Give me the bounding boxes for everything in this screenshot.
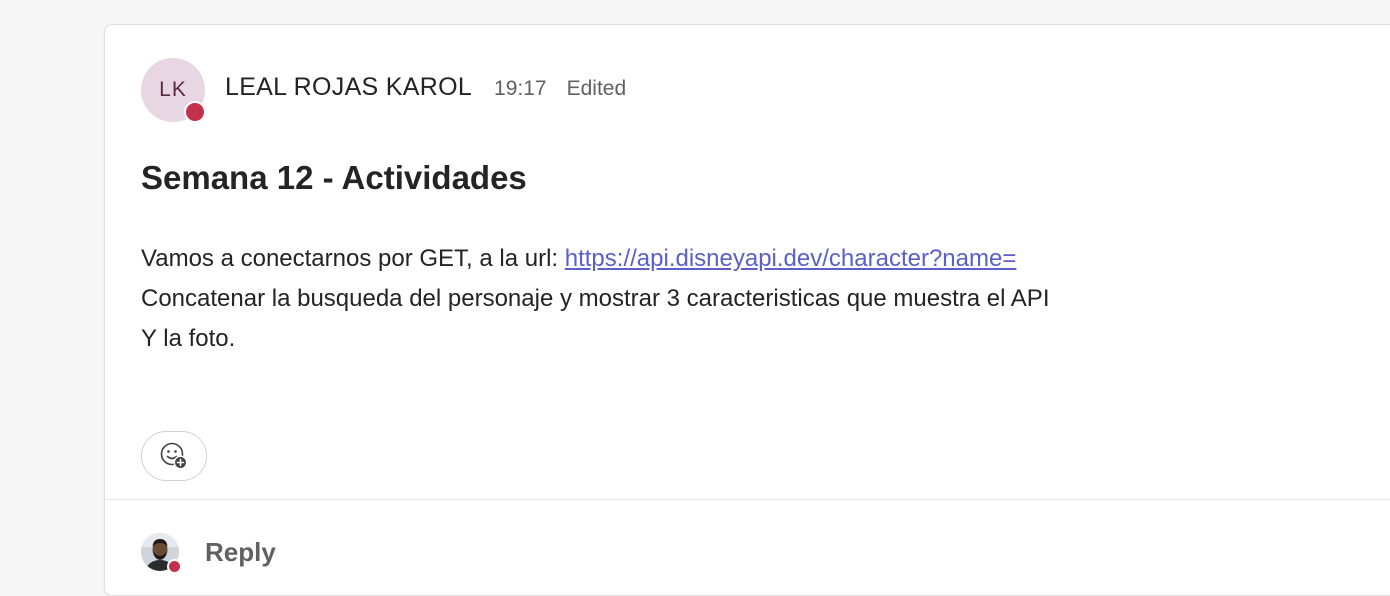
post-header: LEAL ROJAS KAROL 19:17 Edited xyxy=(225,73,626,102)
body-line-3: Y la foto. xyxy=(141,325,236,352)
presence-busy-icon xyxy=(167,559,182,574)
reply-divider xyxy=(105,499,1390,500)
reply-box[interactable]: Reply xyxy=(141,533,276,574)
author-initials: LK xyxy=(159,78,187,101)
post-body: Vamos a conectarnos por GET, a la url: h… xyxy=(141,239,1049,359)
current-user-avatar xyxy=(141,533,182,574)
post-subject: Semana 12 - Actividades xyxy=(141,159,527,196)
body-line-2: Concatenar la busqueda del personaje y m… xyxy=(141,285,1050,312)
post-card: LK LEAL ROJAS KAROL 19:17 Edited Semana … xyxy=(104,24,1390,596)
api-link[interactable]: https://api.disneyapi.dev/character?name… xyxy=(565,245,1017,272)
author-name[interactable]: LEAL ROJAS KAROL xyxy=(225,73,472,102)
presence-busy-icon xyxy=(184,101,206,123)
body-line-1-text: Vamos a conectarnos por GET, a la url: xyxy=(141,245,565,272)
author-avatar[interactable]: LK xyxy=(141,58,206,123)
edited-label: Edited xyxy=(566,77,627,100)
post-timestamp: 19:17 xyxy=(494,77,547,100)
body-line-1: Vamos a conectarnos por GET, a la url: h… xyxy=(141,239,1049,279)
add-reaction-button[interactable] xyxy=(141,431,207,481)
reply-label[interactable]: Reply xyxy=(205,537,276,568)
add-emoji-icon xyxy=(160,442,188,470)
